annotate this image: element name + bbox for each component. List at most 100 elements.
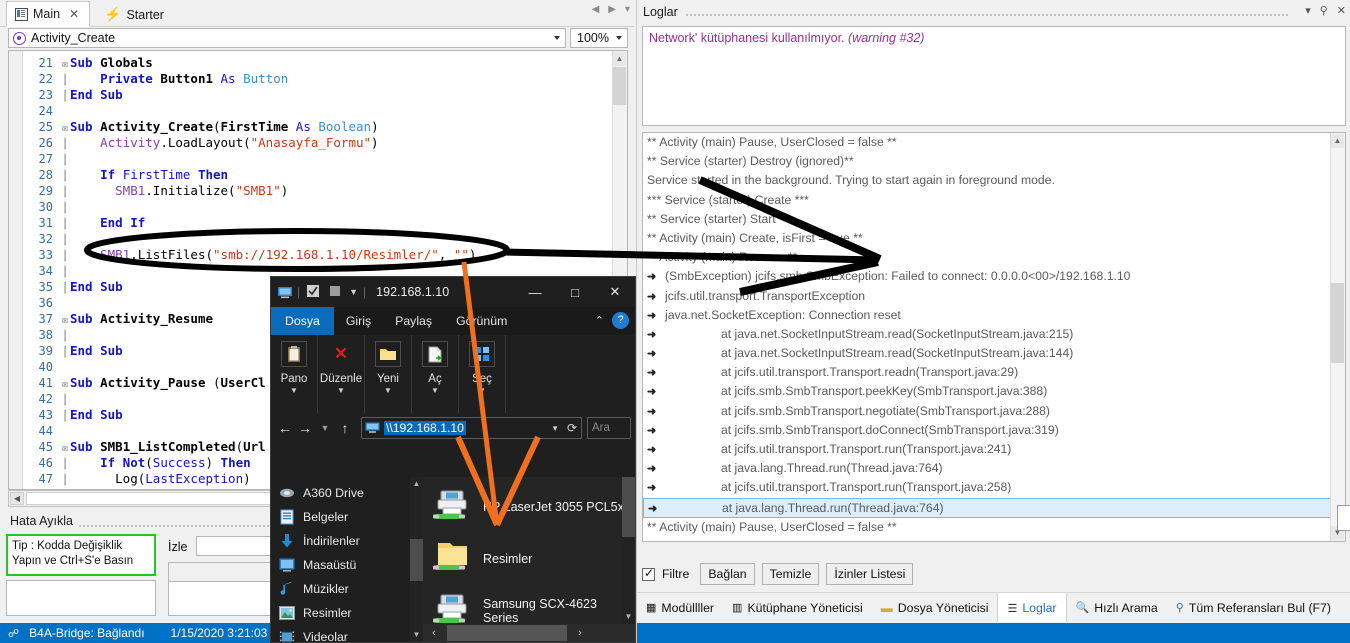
scroll-left-icon[interactable]: ◀ xyxy=(10,492,24,505)
scroll-thumb[interactable] xyxy=(622,477,635,537)
properties-icon[interactable] xyxy=(306,284,322,300)
close-icon[interactable]: ✕ xyxy=(595,277,635,307)
code-line-25[interactable]: 25 ☒ Sub Activity_Create(FirstTime As Bool… xyxy=(23,119,611,135)
log-row[interactable]: ** Activity (main) Resume ** xyxy=(643,248,1345,267)
code-line-28[interactable]: 28 │ If FirstTime Then xyxy=(23,167,611,183)
content-item-resimler[interactable]: Resimler xyxy=(423,533,635,585)
content-item-hp-laserjet-3055-pcl5x[interactable]: HP LaserJet 3055 PCL5x xyxy=(423,481,635,533)
nav-item-belgeler[interactable]: Belgeler xyxy=(271,505,423,529)
zoom-combo[interactable]: 100% xyxy=(570,28,628,48)
scroll-thumb[interactable] xyxy=(613,67,626,105)
log-vertical-scrollbar[interactable]: ▲ ▼ xyxy=(1330,133,1345,541)
nav-item-a360-drive[interactable]: A360 Drive xyxy=(271,481,423,505)
code-line-33[interactable]: 33 │ SMB1.ListFiles("smb://192.168.1.10/R… xyxy=(23,247,611,263)
explorer-titlebar[interactable]: | ▼ | 192.168.1.10 — □ ✕ xyxy=(271,277,635,307)
nav-item-m-zikler[interactable]: Müzikler xyxy=(271,577,423,601)
close-icon[interactable]: ✕ xyxy=(1337,4,1346,17)
address-input[interactable]: \\192.168.1.10 ▼ ⟳ xyxy=(361,417,582,439)
maximize-icon[interactable]: □ xyxy=(555,277,595,307)
tab-find-all-references[interactable]: ⚲ Tüm Referansları Bul (F7) xyxy=(1167,593,1340,623)
code-line-24[interactable]: 24 xyxy=(23,103,611,119)
log-row[interactable]: ➜ at java.lang.Thread.run(Thread.java:764… xyxy=(643,497,1345,518)
scroll-thumb[interactable] xyxy=(1331,283,1344,363)
nav-item-videolar[interactable]: Videolar xyxy=(271,625,423,642)
code-line-26[interactable]: 26 │ Activity.LoadLayout("Anasayfa_Formu"… xyxy=(23,135,611,151)
ribbon-tab-gorunum[interactable]: Görünüm xyxy=(444,307,519,335)
code-line-22[interactable]: 22 │ Private Button1 As Button xyxy=(23,71,611,87)
clear-button[interactable]: Temizle xyxy=(761,563,820,585)
code-line-30[interactable]: 30 │ xyxy=(23,199,611,215)
tab-quick-search[interactable]: 🔍 Hızlı Arama xyxy=(1067,593,1167,623)
log-row[interactable]: ** Service (starter) Destroy (ignored)** xyxy=(643,152,1345,171)
new-folder-icon[interactable] xyxy=(328,284,344,300)
minimize-icon[interactable]: — xyxy=(515,277,555,307)
explorer-content-pane[interactable]: HP LaserJet 3055 PCL5x Resimler Samsung SC… xyxy=(423,477,635,642)
ribbon-group-pano[interactable]: Pano ▼ xyxy=(271,335,318,413)
ribbon-tab-paylas[interactable]: Paylaş xyxy=(383,307,444,335)
computer-icon[interactable] xyxy=(277,284,293,300)
log-row[interactable]: ** Activity (main) Pause, UserClosed = f… xyxy=(643,133,1345,152)
log-row[interactable]: ➜ at jcifs.util.transport.Transport.readn… xyxy=(643,363,1345,382)
connect-button[interactable]: Bağlan xyxy=(700,563,755,585)
code-line-29[interactable]: 29 │ SMB1.Initialize("SMB1") xyxy=(23,183,611,199)
log-row[interactable]: *** Service (starter) Create *** xyxy=(643,191,1345,210)
chevron-down-icon[interactable]: ▼ xyxy=(290,386,298,395)
tab-main[interactable]: Main ✕ xyxy=(6,1,90,27)
log-row[interactable]: ** Service (starter) Start ** xyxy=(643,210,1345,229)
log-row[interactable]: ➜ java.net.SocketException: Connection re… xyxy=(643,306,1345,325)
scroll-up-icon[interactable]: ▲ xyxy=(613,52,626,66)
explorer-search-input[interactable]: Ara xyxy=(587,417,631,439)
code-line-23[interactable]: 23 │ End Sub xyxy=(23,87,611,103)
refresh-icon[interactable]: ⟳ xyxy=(567,421,577,435)
customize-caret-icon[interactable]: ▼ xyxy=(349,287,358,297)
tab-logs[interactable]: ☰ Loglar xyxy=(997,593,1067,622)
log-entries-list[interactable]: ** Activity (main) Pause, UserClosed = f… xyxy=(642,132,1346,542)
chevron-down-icon[interactable]: ▼ xyxy=(337,386,345,395)
log-row[interactable]: ➜ at jcifs.smb.SmbTransport.negotiate(Smb… xyxy=(643,402,1345,421)
nav-item-masa-st-[interactable]: Masaüstü xyxy=(271,553,423,577)
filter-checkbox[interactable] xyxy=(642,566,655,581)
scroll-down-icon[interactable]: ▼ xyxy=(410,628,423,642)
scroll-thumb[interactable] xyxy=(447,625,567,641)
scroll-down-icon[interactable]: ▼ xyxy=(622,610,635,624)
log-row[interactable]: ➜ at java.lang.Thread.run(Thread.java:764… xyxy=(643,459,1345,478)
tab-list-icon[interactable]: ▾ xyxy=(625,4,630,15)
explorer-nav-pane[interactable]: A360 Drive Belgeler İndirilenler Masaüstü Mü… xyxy=(271,477,423,642)
log-row[interactable]: ➜ at java.net.SocketInputStream.read(Sock… xyxy=(643,344,1345,363)
file-explorer-window[interactable]: | ▼ | 192.168.1.10 — □ ✕ Dosya Giriş Pay… xyxy=(270,276,636,643)
log-row[interactable]: ** Activity (main) Create, isFirst = tru… xyxy=(643,537,1345,541)
code-line-32[interactable]: 32 │ xyxy=(23,231,611,247)
code-line-27[interactable]: 27 │ xyxy=(23,151,611,167)
tab-file-manager[interactable]: ▬ Dosya Yöneticisi xyxy=(872,593,998,623)
tab-main-close-icon[interactable]: ✕ xyxy=(69,7,79,21)
code-line-31[interactable]: 31 │ End If xyxy=(23,215,611,231)
tab-prev-icon[interactable]: ◀ xyxy=(592,4,600,15)
tab-next-icon[interactable]: ▶ xyxy=(608,4,616,15)
chevron-down-icon[interactable]: ▼ xyxy=(478,386,486,395)
ribbon-group-sec[interactable]: Seç ▼ xyxy=(459,335,506,413)
tab-modules[interactable]: ▦ Modüllller xyxy=(637,593,723,623)
scroll-up-icon[interactable]: ▲ xyxy=(1331,134,1344,148)
scroll-right-icon[interactable]: › xyxy=(569,627,591,639)
back-icon[interactable]: ← xyxy=(275,420,295,436)
log-row[interactable]: ➜ at jcifs.smb.SmbTransport.doConnect(Smb… xyxy=(643,421,1345,440)
warnings-box[interactable]: Network' kütüphanesi kullanılmıyor. (war… xyxy=(642,26,1346,126)
up-icon[interactable]: ↑ xyxy=(335,420,355,436)
log-row[interactable]: ➜ jcifs.util.transport.TransportException xyxy=(643,287,1345,306)
scroll-left-icon[interactable]: ‹ xyxy=(423,627,445,639)
log-row[interactable]: ➜ at jcifs.smb.SmbTransport.peekKey(SmbTr… xyxy=(643,382,1345,401)
ribbon-tab-giris[interactable]: Giriş xyxy=(334,307,383,335)
pin-icon[interactable]: ⚲ xyxy=(1320,4,1328,17)
tab-library-manager[interactable]: ▥ Kütüphane Yöneticisi xyxy=(723,593,872,623)
nav-item-resimler[interactable]: Resimler xyxy=(271,601,423,625)
content-horizontal-scrollbar[interactable]: ‹ › xyxy=(423,624,635,642)
recent-caret-icon[interactable]: ▼ xyxy=(315,423,335,433)
ribbon-group-yeni[interactable]: Yeni ▼ xyxy=(365,335,412,413)
collapse-ribbon-icon[interactable]: ⌃ xyxy=(595,314,604,327)
chevron-down-icon[interactable]: ▼ xyxy=(551,424,559,433)
chevron-down-icon[interactable]: ▼ xyxy=(431,386,439,395)
log-row[interactable]: ➜ at jcifs.util.transport.Transport.run(T… xyxy=(643,440,1345,459)
log-row[interactable]: ➜ (SmbException) jcifs.smb.SmbException: … xyxy=(643,267,1345,286)
permissions-list-button[interactable]: İzinler Listesi xyxy=(826,563,914,585)
chevron-down-icon[interactable]: ▼ xyxy=(384,386,392,395)
